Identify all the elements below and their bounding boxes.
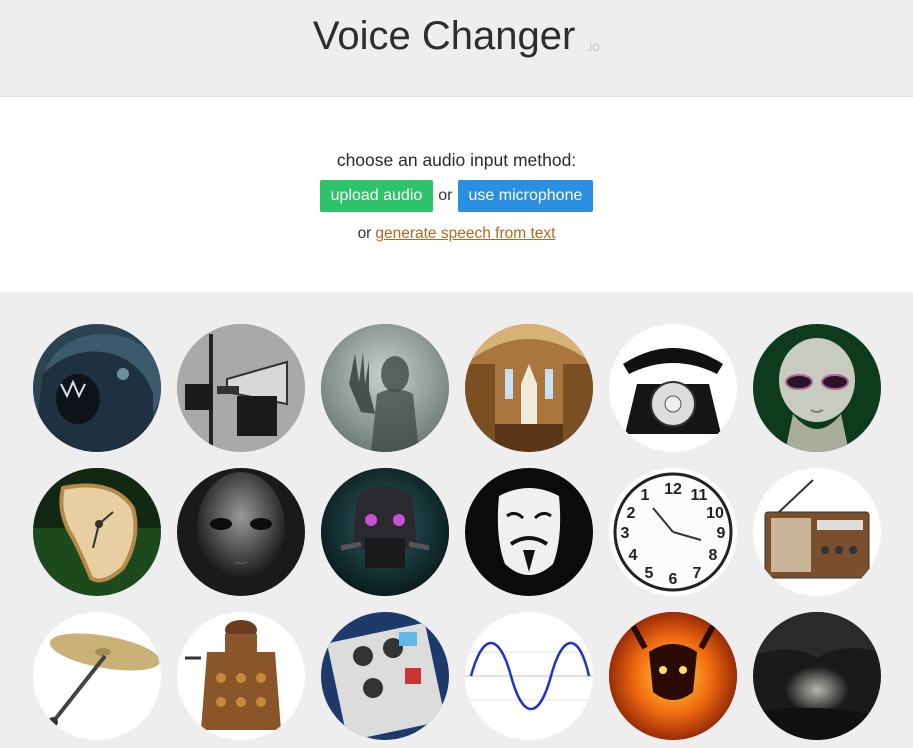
upload-audio-button[interactable]: upload audio	[319, 180, 434, 212]
robot-icon	[321, 468, 449, 596]
megaphone-icon	[177, 324, 305, 452]
voice-cave[interactable]	[753, 612, 881, 740]
voice-radio[interactable]	[753, 468, 881, 596]
site-title[interactable]: Voice Changer .io	[0, 14, 913, 59]
site-title-suffix: .io	[585, 38, 601, 54]
svg-text:11: 11	[691, 487, 708, 504]
sine-wave-icon	[465, 612, 593, 740]
cave-icon	[753, 612, 881, 740]
balrog-icon	[609, 612, 737, 740]
voice-ghost[interactable]	[321, 324, 449, 452]
input-buttons: upload audio or use microphone	[0, 180, 913, 212]
voice-reversed-clock[interactable]: 12 11 1 10 2 93 84 756	[609, 468, 737, 596]
voice-cathedral[interactable]	[465, 324, 593, 452]
text-option: or generate speech from text	[0, 225, 913, 243]
cathedral-icon	[465, 324, 593, 452]
input-prompt: choose an audio input method:	[336, 150, 577, 170]
voice-monster[interactable]	[33, 324, 161, 452]
or-separator: or	[438, 187, 453, 204]
voice-grey-alien[interactable]	[177, 468, 305, 596]
voice-sine-wave[interactable]	[465, 612, 593, 740]
svg-text:4: 4	[629, 547, 638, 564]
voice-balrog[interactable]	[609, 612, 737, 740]
svg-text:3: 3	[621, 525, 630, 542]
voice-alien[interactable]	[753, 324, 881, 452]
cymbal-icon	[33, 612, 161, 740]
reversed-clock-icon: 12 111 102 93 84 75 6	[609, 468, 737, 596]
grey-alien-icon	[177, 468, 305, 596]
voice-dalek[interactable]	[177, 612, 305, 740]
svg-text:1: 1	[641, 487, 650, 504]
input-method-panel: choose an audio input method: upload aud…	[0, 97, 913, 293]
radio-icon	[753, 468, 881, 596]
voice-megaphone[interactable]	[177, 324, 305, 452]
voice-anonymous[interactable]	[465, 468, 593, 596]
header: Voice Changer .io	[0, 0, 913, 97]
svg-text:10: 10	[706, 505, 724, 522]
svg-text:7: 7	[693, 565, 702, 582]
voice-robot[interactable]	[321, 468, 449, 596]
monster-icon	[33, 324, 161, 452]
ghost-icon	[321, 324, 449, 452]
svg-text:12: 12	[664, 481, 682, 498]
voice-cymbal[interactable]	[33, 612, 161, 740]
telephone-icon	[609, 324, 737, 452]
guitar-pedal-icon	[321, 612, 449, 740]
dalek-icon	[177, 612, 305, 740]
site-title-text: Voice Changer	[312, 14, 576, 58]
svg-text:2: 2	[627, 505, 636, 522]
voice-grid: 12 11 1 10 2 93 84 756	[0, 292, 913, 748]
svg-text:9: 9	[717, 525, 726, 542]
svg-text:8: 8	[709, 547, 718, 564]
voice-guitar-pedal[interactable]	[321, 612, 449, 740]
generate-speech-link[interactable]: generate speech from text	[375, 225, 555, 242]
svg-text:5: 5	[645, 565, 654, 582]
use-microphone-button[interactable]: use microphone	[457, 180, 594, 212]
alien-icon	[753, 324, 881, 452]
or-separator-2: or	[357, 225, 372, 242]
melting-clock-icon	[33, 468, 161, 596]
svg-text:6: 6	[669, 571, 678, 588]
voice-melting-clock[interactable]	[33, 468, 161, 596]
voice-telephone[interactable]	[609, 324, 737, 452]
anonymous-mask-icon	[465, 468, 593, 596]
